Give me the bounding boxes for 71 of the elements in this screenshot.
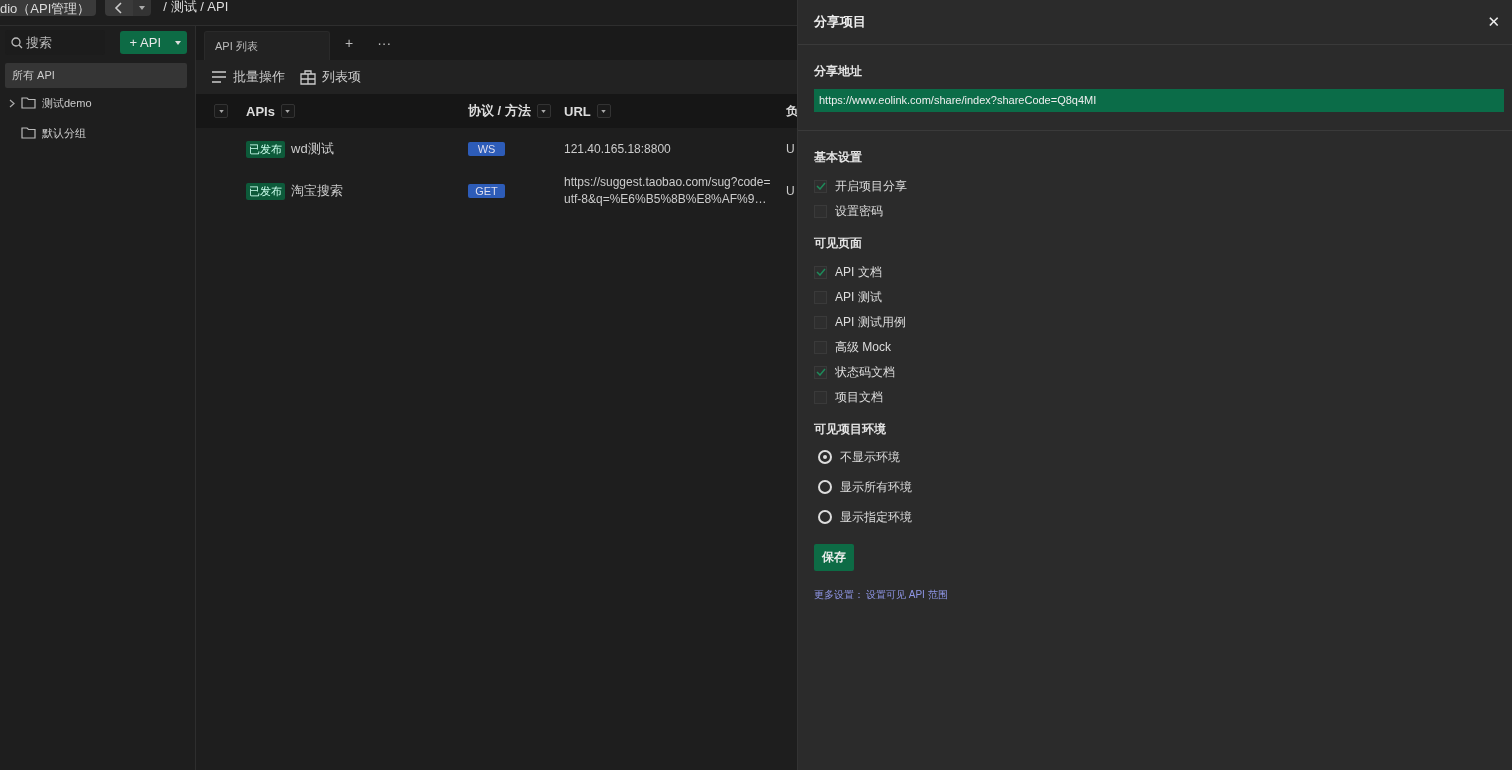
column-header: APIs (246, 103, 275, 119)
back-icon (114, 2, 125, 14)
url-text: 121.40.165.18:8800 (564, 140, 672, 158)
api-name: 淘宝搜索 (291, 182, 343, 200)
more-button[interactable]: ··· (368, 35, 401, 51)
radio-row[interactable]: 不显示环境 (814, 447, 900, 467)
checkbox-row[interactable]: 开启项目分享 (814, 176, 907, 196)
section-label: 基本设置 (814, 149, 863, 166)
section-label: 可见项目环境 (814, 421, 887, 438)
api-name: wd测试 (291, 140, 334, 158)
more-settings-label: 更多设置： (814, 588, 864, 602)
chevron-icon[interactable] (9, 98, 15, 108)
folder-icon (21, 97, 36, 109)
table-icon (300, 69, 316, 85)
folder-icon (21, 127, 36, 139)
checkbox-row[interactable]: 项目文档 (814, 387, 883, 407)
caret-icon (601, 109, 607, 113)
radio-row[interactable]: 显示所有环境 (814, 477, 912, 497)
caret-icon (218, 109, 224, 113)
checkbox[interactable] (814, 365, 827, 379)
tree-item[interactable]: 默认分组 (5, 118, 187, 148)
columns-button[interactable]: 列表项 (300, 68, 361, 86)
column-menu-button[interactable] (596, 104, 611, 118)
api-scope-link[interactable]: 设置可见 API 范围 (866, 588, 948, 602)
tab[interactable]: API 列表 (204, 31, 330, 60)
back-button[interactable] (105, 0, 134, 16)
checkbox-row[interactable]: API 测试用例 (814, 312, 906, 332)
column-header: URL (564, 103, 591, 119)
dropdown-button[interactable] (133, 0, 152, 16)
checkbox[interactable] (814, 179, 827, 193)
radio-button[interactable] (818, 480, 832, 494)
tree-item[interactable]: 测试demo (5, 88, 187, 118)
status-tag: 已发布 (246, 140, 285, 158)
save-button[interactable]: 保存 (814, 544, 854, 571)
checkbox[interactable] (814, 265, 827, 279)
close-button[interactable]: ✕ (1483, 13, 1504, 31)
caret-icon (139, 6, 146, 10)
radio-row[interactable]: 显示指定环境 (814, 507, 912, 527)
status-tag: 已发布 (246, 182, 285, 200)
checkbox-row[interactable]: API 测试 (814, 287, 882, 307)
checkbox-row[interactable]: 状态码文档 (814, 362, 895, 382)
app-button[interactable]: dio（API管理） (0, 0, 97, 16)
batch-button[interactable]: 批量操作 (211, 68, 285, 86)
breadcrumb: / 测试 / API (163, 0, 229, 14)
checkbox-row[interactable]: 设置密码 (814, 201, 883, 221)
table-cell: U (786, 142, 795, 156)
add-dropdown-button[interactable] (169, 31, 187, 54)
section-label: 分享地址 (814, 63, 863, 80)
method-tag: WS (468, 142, 505, 156)
table-cell: U (786, 184, 795, 198)
caret-icon (541, 109, 547, 113)
radio-button[interactable] (818, 450, 832, 464)
checkbox-row[interactable]: API 文档 (814, 262, 882, 282)
column-header: 负 (786, 103, 798, 118)
caret-icon (285, 109, 291, 113)
caret-icon (175, 40, 181, 45)
column-header: 协议 / 方法 (468, 102, 531, 120)
checkbox-row[interactable]: 高级 Mock (814, 337, 891, 357)
sidebar-item[interactable]: 所有 API (5, 63, 187, 88)
add-api-button[interactable]: + API (119, 31, 169, 54)
panel-title: 分享项目 (814, 13, 866, 31)
column-menu-button[interactable] (536, 104, 551, 118)
column-menu-button[interactable] (214, 104, 228, 118)
add-tab-button[interactable]: + (336, 35, 363, 51)
url-text: https://suggest.taobao.com/sug?code=utf-8&q=%E6%B5%8B%E8%AF%9… (564, 174, 772, 208)
column-menu-button[interactable] (280, 104, 295, 118)
section-label: 可见页面 (814, 235, 863, 252)
list-icon (211, 71, 227, 83)
method-tag: GET (468, 184, 505, 198)
share-url-field[interactable]: https://www.eolink.com/share/index?shareCode=Q8q4MI (814, 89, 1504, 112)
radio-button[interactable] (818, 510, 832, 524)
